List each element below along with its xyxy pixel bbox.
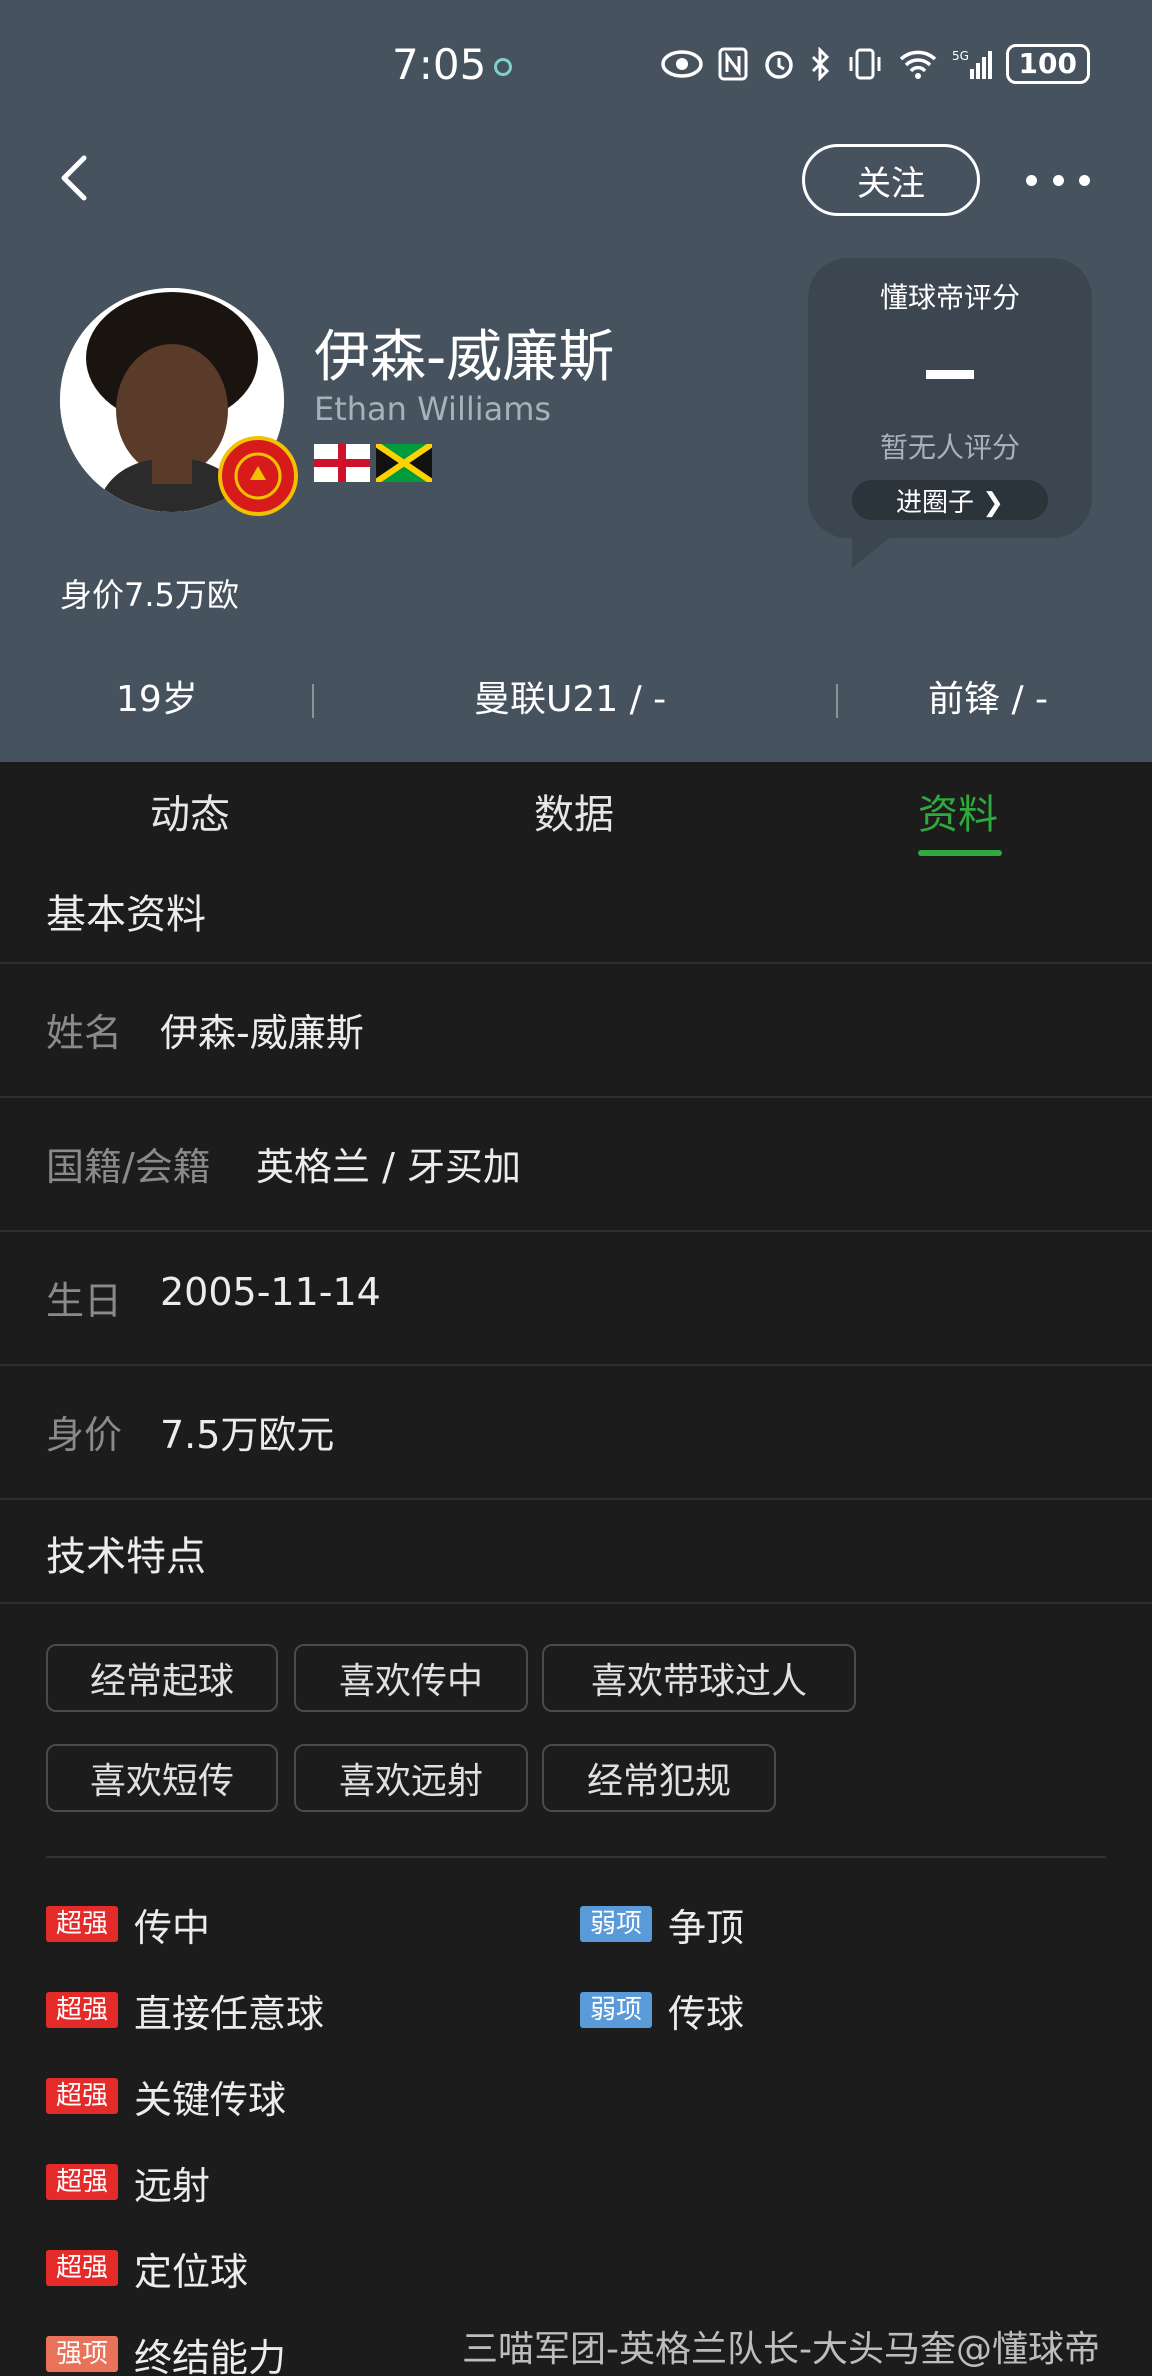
market-value-value: 7.5万欧元 xyxy=(160,1413,335,1457)
divider xyxy=(836,684,838,718)
cellular-signal-icon: 5G xyxy=(952,49,992,79)
jamaica-flag-icon xyxy=(376,444,432,482)
strength-item: 超强 传中 xyxy=(46,1902,210,1950)
england-flag-icon xyxy=(314,444,370,482)
tab-profile[interactable]: 资料 xyxy=(918,782,998,840)
summary-row: 19岁 曼联U21 / - 前锋 / - xyxy=(0,670,1152,730)
wifi-icon xyxy=(899,50,936,79)
market-value-label: 身价 xyxy=(46,1413,123,1457)
divider xyxy=(0,1364,1152,1366)
feature-tag: 喜欢带球过人 xyxy=(542,1644,856,1712)
strength-item: 超强 定位球 xyxy=(46,2246,248,2294)
divider xyxy=(0,962,1152,964)
strength-item: 超强 关键传球 xyxy=(46,2074,286,2122)
position-value: 前锋 / - xyxy=(928,679,1049,720)
weakness-label: 争顶 xyxy=(668,1905,745,1950)
chevron-left-icon xyxy=(61,155,87,201)
tech-title: 技术特点 xyxy=(46,1534,206,1580)
super-strong-badge: 超强 xyxy=(46,2250,118,2286)
eye-icon xyxy=(660,50,703,78)
nfc-icon xyxy=(718,47,748,81)
divider xyxy=(0,1498,1152,1500)
feature-tag: 喜欢短传 xyxy=(46,1744,278,1812)
rating-value xyxy=(926,370,974,379)
player-name-en: Ethan Williams xyxy=(314,390,552,428)
rating-title: 懂球帝评分 xyxy=(879,281,1020,314)
tab-bar: 动态 数据 资料 xyxy=(0,762,1152,862)
strength-label: 终结能力 xyxy=(134,2335,287,2376)
club-crest-icon[interactable] xyxy=(218,436,298,516)
weak-badge: 弱项 xyxy=(580,1906,652,1942)
watermark: 三喵军团-英格兰队长-大头马奎@懂球帝 xyxy=(462,2329,1100,2370)
divider xyxy=(0,1602,1152,1604)
status-bar: 7:05 5G 100 xyxy=(0,0,1152,132)
strength-item: 超强 直接任意球 xyxy=(46,1988,324,2036)
name-label: 姓名 xyxy=(46,1011,123,1055)
strong-badge: 强项 xyxy=(46,2336,118,2372)
tab-feed[interactable]: 动态 xyxy=(150,782,230,840)
super-strong-badge: 超强 xyxy=(46,2164,118,2200)
strength-label: 定位球 xyxy=(134,2249,249,2294)
strength-label: 传中 xyxy=(134,1905,211,1950)
strength-label: 直接任意球 xyxy=(134,1991,325,2036)
basic-info-title: 基本资料 xyxy=(46,892,206,938)
market-value-summary: 身价7.5万欧 xyxy=(60,576,239,614)
super-strong-badge: 超强 xyxy=(46,2078,118,2114)
super-strong-badge: 超强 xyxy=(46,1906,118,1942)
weakness-label: 传球 xyxy=(668,1991,745,2036)
feature-tag: 经常犯规 xyxy=(542,1744,776,1812)
bluetooth-icon xyxy=(811,47,829,81)
birthday-value: 2005-11-14 xyxy=(160,1270,381,1314)
svg-text:5G: 5G xyxy=(952,49,969,63)
nationality-label: 国籍/会籍 xyxy=(46,1145,211,1189)
dot-icon xyxy=(1079,174,1090,186)
weakness-item: 弱项 争顶 xyxy=(580,1902,744,1950)
nationality-value: 英格兰 / 牙买加 xyxy=(256,1145,521,1189)
weakness-item: 弱项 传球 xyxy=(580,1988,744,2036)
enter-circle-button[interactable]: 进圈子 ❯ xyxy=(852,480,1048,520)
active-tab-indicator xyxy=(918,850,1002,856)
strength-label: 远射 xyxy=(134,2163,211,2208)
weak-badge: 弱项 xyxy=(580,1992,652,2028)
status-time: 7:05 xyxy=(392,40,487,89)
club-value[interactable]: 曼联U21 / - xyxy=(474,670,666,730)
back-button[interactable] xyxy=(48,148,108,208)
alarm-icon xyxy=(764,51,793,79)
battery-indicator: 100 xyxy=(1005,44,1090,84)
rating-card: 懂球帝评分 暂无人评分 进圈子 ❯ xyxy=(808,258,1092,568)
tab-stats[interactable]: 数据 xyxy=(534,782,614,840)
name-value: 伊森-威廉斯 xyxy=(160,1011,364,1055)
strength-label: 关键传球 xyxy=(134,2077,287,2122)
rating-empty-text: 暂无人评分 xyxy=(879,431,1020,464)
birthday-label: 生日 xyxy=(46,1279,123,1323)
follow-button[interactable]: 关注 xyxy=(802,144,980,216)
age-value: 19岁 xyxy=(116,679,198,720)
feature-tag: 经常起球 xyxy=(46,1644,278,1712)
dot-icon xyxy=(1026,174,1037,186)
notification-dot-icon xyxy=(494,58,512,76)
super-strong-badge: 超强 xyxy=(46,1992,118,2028)
dot-icon xyxy=(1052,174,1064,186)
more-options-button[interactable] xyxy=(1026,160,1090,200)
status-icons: 5G 100 xyxy=(660,44,1090,84)
player-header: 7:05 5G 100 关注 伊森-威廉斯 Ethan Williams 身价7… xyxy=(0,0,1152,762)
feature-tag: 喜欢传中 xyxy=(294,1644,528,1712)
strength-item: 超强 远射 xyxy=(46,2160,210,2208)
player-name-cn: 伊森-威廉斯 xyxy=(314,325,615,390)
divider xyxy=(0,1230,1152,1232)
divider xyxy=(46,1856,1106,1858)
strength-item: 强项 终结能力 xyxy=(46,2332,286,2376)
divider xyxy=(0,1096,1152,1098)
divider xyxy=(312,684,314,718)
vibrate-icon xyxy=(849,48,881,80)
feature-tag: 喜欢远射 xyxy=(294,1744,528,1812)
